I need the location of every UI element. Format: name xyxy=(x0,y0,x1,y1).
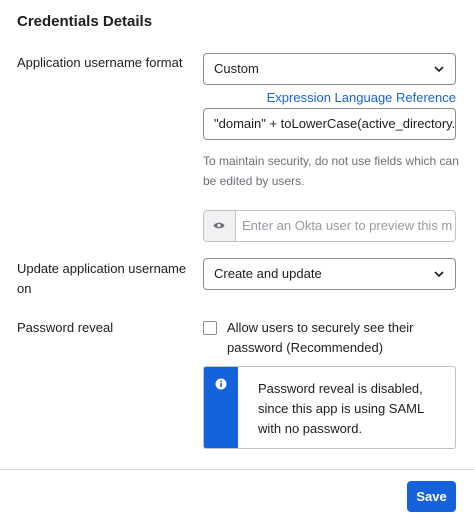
chevron-down-icon xyxy=(434,271,444,278)
expression-language-reference-link[interactable]: Expression Language Reference xyxy=(267,90,456,105)
save-button[interactable]: Save xyxy=(407,481,456,512)
callout-bar xyxy=(204,367,238,448)
password-reveal-label: Password reveal xyxy=(17,320,114,335)
update-on-label: Update application username on xyxy=(17,261,187,296)
password-reveal-checkbox-label[interactable]: Allow users to securely see their passwo… xyxy=(227,318,467,358)
update-on-select[interactable]: Create and update xyxy=(203,258,456,290)
password-reveal-checkbox[interactable] xyxy=(203,321,217,335)
footer-divider xyxy=(0,469,474,470)
section-title: Credentials Details xyxy=(17,13,153,30)
callout-message: Password reveal is disabled, since this … xyxy=(258,381,424,436)
security-hint: To maintain security, do not use fields … xyxy=(203,154,459,188)
update-on-value: Create and update xyxy=(214,266,322,281)
username-format-value: Custom xyxy=(214,61,259,76)
password-reveal-callout: Password reveal is disabled, since this … xyxy=(203,366,456,449)
info-icon xyxy=(215,378,227,390)
username-format-label: Application username format xyxy=(17,55,183,70)
eye-icon xyxy=(213,222,225,229)
expression-input[interactable]: "domain" + toLowerCase(active_directory.… xyxy=(203,108,456,140)
preview-user-field[interactable]: Enter an Okta user to preview this m xyxy=(203,210,456,242)
username-format-select[interactable]: Custom xyxy=(203,53,456,85)
preview-placeholder: Enter an Okta user to preview this m xyxy=(242,218,453,233)
chevron-down-icon xyxy=(434,66,444,73)
preview-toggle[interactable] xyxy=(204,211,236,241)
